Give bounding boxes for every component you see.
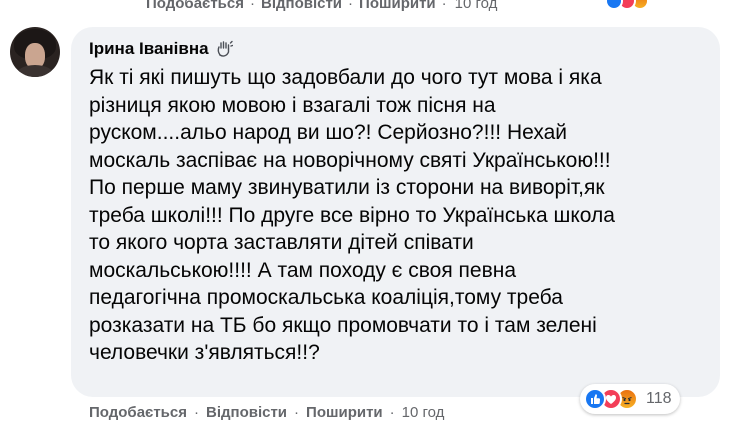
comment-text: Як ті які пишуть що задовбали до чого ту… [89,66,615,364]
share-link[interactable]: Поширити [306,404,383,421]
author-name[interactable]: Ірина Іванівна [89,39,209,59]
like-icon [605,0,623,10]
like-link[interactable]: Подобається [146,0,244,12]
separator: · [294,403,300,421]
separator: · [441,0,447,12]
comment-bubble: Ірина Іванівна Як ті які пишуть що задов… [71,27,720,397]
comment-author: Ірина Іванівна [89,39,233,59]
previous-reactions[interactable] [605,0,649,12]
reactions-summary[interactable]: 118 [580,384,680,414]
separator: · [249,0,255,12]
separator: · [389,403,395,421]
comment-actions: Подобається · Відповісти · Поширити · 10… [89,402,444,422]
reaction-count: 118 [646,390,672,407]
reply-link[interactable]: Відповісти [261,0,342,12]
waving-hand-icon [215,40,233,58]
avatar-body [16,65,54,77]
timestamp[interactable]: 10 год [402,404,445,421]
previous-comment-actions: Подобається · Відповісти · Поширити · 10… [146,0,497,15]
avatar[interactable] [10,27,60,77]
reply-link[interactable]: Відповісти [206,404,287,421]
share-link[interactable]: Поширити [359,0,436,12]
separator: · [348,0,354,12]
separator: · [193,403,199,421]
timestamp[interactable]: 10 год [455,0,498,12]
like-link[interactable]: Подобається [89,404,187,421]
like-icon [584,388,606,410]
